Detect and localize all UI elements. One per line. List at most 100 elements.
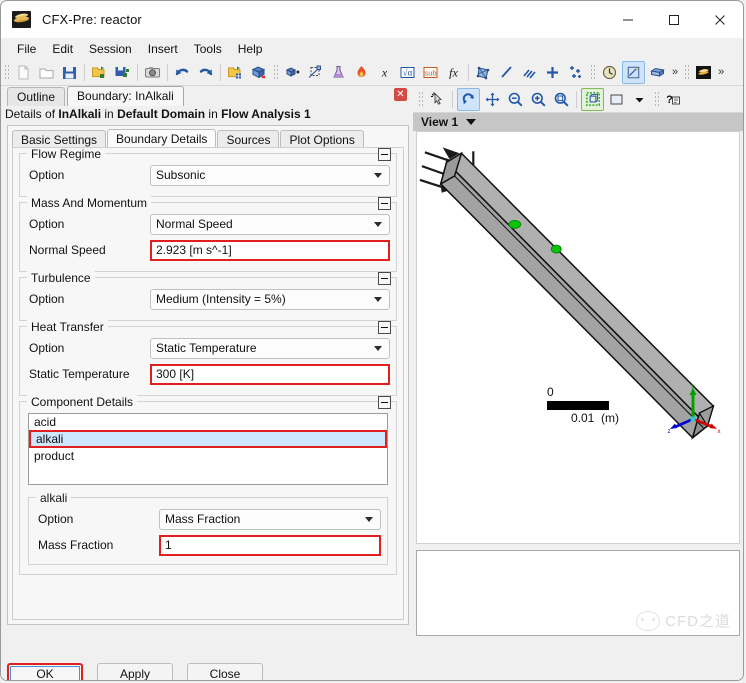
combo-mass-option[interactable]: Normal Speed bbox=[150, 213, 390, 235]
pick-cursor-icon[interactable] bbox=[427, 89, 448, 110]
combo-turbulence-option[interactable]: Medium (Intensity = 5%) bbox=[150, 288, 390, 310]
background-color-icon[interactable] bbox=[606, 89, 627, 110]
timestep-icon[interactable] bbox=[599, 62, 620, 83]
close-button[interactable] bbox=[697, 1, 743, 38]
redo-icon[interactable] bbox=[195, 62, 216, 83]
combo-heat-option[interactable]: Static Temperature bbox=[150, 337, 390, 359]
group-heat-transfer: Heat Transfer Option Static Temperature … bbox=[19, 320, 397, 396]
zoom-out-icon[interactable] bbox=[505, 89, 526, 110]
component-list[interactable]: acid alkali product bbox=[28, 413, 388, 485]
list-item[interactable]: product bbox=[29, 448, 387, 464]
row-alkali-option: Option Mass Fraction bbox=[35, 507, 381, 531]
group-title-mass-and-momentum: Mass And Momentum bbox=[27, 196, 152, 210]
combo-alkali-option[interactable]: Mass Fraction bbox=[159, 508, 381, 530]
save-icon[interactable] bbox=[59, 62, 80, 83]
toolbar-grip[interactable] bbox=[683, 63, 691, 81]
function-icon[interactable]: fx bbox=[443, 62, 464, 83]
save-case-icon[interactable] bbox=[112, 62, 133, 83]
background-dropdown-icon[interactable] bbox=[629, 89, 650, 110]
flask-icon[interactable] bbox=[328, 62, 349, 83]
list-item[interactable]: alkali bbox=[29, 430, 387, 448]
import-mesh-icon[interactable] bbox=[225, 62, 246, 83]
new-file-icon[interactable] bbox=[13, 62, 34, 83]
view-selector[interactable]: View 1 bbox=[413, 113, 743, 131]
scale-unit: (m) bbox=[601, 411, 620, 425]
camera-icon[interactable] bbox=[142, 62, 163, 83]
ok-button[interactable]: OK bbox=[7, 663, 83, 680]
region-icon[interactable] bbox=[248, 62, 269, 83]
toolbar-grip[interactable] bbox=[589, 63, 596, 81]
message-log-panel[interactable]: CFD之道 bbox=[416, 550, 740, 636]
point-icon[interactable] bbox=[542, 62, 563, 83]
expression-icon[interactable]: x bbox=[374, 62, 395, 83]
open-case-icon[interactable] bbox=[89, 62, 110, 83]
pan-icon[interactable] bbox=[482, 89, 503, 110]
toolbar-grip[interactable] bbox=[653, 90, 660, 108]
viewer-toolbar: ? bbox=[413, 86, 743, 113]
undo-icon[interactable] bbox=[172, 62, 193, 83]
toolbar-overflow-launcher[interactable]: » bbox=[715, 66, 727, 78]
viewer-help-icon[interactable]: ? bbox=[663, 89, 684, 110]
tab-outline[interactable]: Outline bbox=[7, 87, 66, 106]
input-static-temperature[interactable]: 300 [K] bbox=[150, 363, 390, 385]
zoom-box-icon[interactable] bbox=[551, 89, 572, 110]
details-domain: Default Domain bbox=[117, 107, 206, 121]
rotate-icon[interactable] bbox=[457, 87, 480, 111]
row-mass-fraction: Mass Fraction 1 bbox=[35, 533, 381, 557]
toolbar-separator bbox=[452, 90, 453, 108]
boundary-icon[interactable] bbox=[305, 62, 326, 83]
toolbar-separator bbox=[137, 63, 138, 81]
mesh-icon[interactable] bbox=[473, 62, 494, 83]
input-mass-fraction[interactable]: 1 bbox=[159, 534, 381, 556]
cfx-launcher-icon[interactable] bbox=[693, 62, 714, 83]
domain-icon[interactable] bbox=[282, 62, 303, 83]
combo-value: Static Temperature bbox=[156, 341, 257, 355]
tab-boundary-details[interactable]: Boundary Details bbox=[107, 129, 217, 149]
subdomain-icon[interactable]: sub bbox=[420, 62, 441, 83]
toolbar-separator bbox=[220, 63, 221, 81]
multi-line-icon[interactable] bbox=[519, 62, 540, 83]
viewer-3d-viewport[interactable]: 0 0.01 (m) y x z bbox=[416, 131, 740, 544]
apply-button[interactable]: Apply bbox=[97, 663, 173, 680]
minimize-button[interactable] bbox=[605, 1, 651, 38]
menu-help[interactable]: Help bbox=[230, 40, 271, 58]
combo-flow-regime-option[interactable]: Subsonic bbox=[150, 164, 390, 186]
maximize-button[interactable] bbox=[651, 1, 697, 38]
close-button-dialog[interactable]: Close bbox=[187, 663, 263, 680]
collapse-toggle-component-details[interactable] bbox=[378, 396, 391, 409]
list-item[interactable]: acid bbox=[29, 414, 387, 430]
menu-insert[interactable]: Insert bbox=[140, 40, 186, 58]
svg-text:x: x bbox=[718, 429, 721, 435]
toolbar-grip[interactable] bbox=[272, 63, 279, 81]
menu-edit[interactable]: Edit bbox=[44, 40, 81, 58]
solve-icon[interactable] bbox=[647, 62, 668, 83]
row-flow-regime-option: Option Subsonic bbox=[26, 163, 390, 187]
toolbar-grip[interactable] bbox=[417, 90, 424, 108]
open-file-icon[interactable] bbox=[36, 62, 57, 83]
menu-session[interactable]: Session bbox=[81, 40, 140, 58]
menu-tools[interactable]: Tools bbox=[186, 40, 230, 58]
toolbar-overflow-solver[interactable]: » bbox=[669, 66, 681, 78]
toolbar-grip[interactable] bbox=[3, 63, 10, 81]
input-normal-speed[interactable]: 2.923 [m s^-1] bbox=[150, 239, 390, 261]
menu-file[interactable]: File bbox=[9, 40, 44, 58]
cloud-point-icon[interactable] bbox=[565, 62, 586, 83]
collapse-toggle-heat-transfer[interactable] bbox=[378, 321, 391, 334]
variable-icon[interactable]: √α bbox=[397, 62, 418, 83]
row-mass-option: Option Normal Speed bbox=[26, 212, 390, 236]
line-icon[interactable] bbox=[496, 62, 517, 83]
scale-bar-rect bbox=[547, 401, 609, 410]
scale-bar: 0 0.01 (m) bbox=[547, 385, 619, 425]
flame-icon[interactable] bbox=[351, 62, 372, 83]
solver-control-icon[interactable] bbox=[622, 60, 645, 84]
collapse-toggle-mass-and-momentum[interactable] bbox=[378, 197, 391, 210]
tab-boundary-inalkali[interactable]: Boundary: InAlkali bbox=[67, 86, 184, 106]
svg-text:√α: √α bbox=[403, 67, 413, 77]
group-mass-and-momentum: Mass And Momentum Option Normal Speed No… bbox=[19, 196, 397, 272]
collapse-toggle-flow-regime[interactable] bbox=[378, 148, 391, 161]
group-alkali: alkali Option Mass Fraction Mass Fractio… bbox=[28, 491, 388, 565]
zoom-in-icon[interactable] bbox=[528, 89, 549, 110]
close-icon[interactable]: ✕ bbox=[394, 88, 407, 101]
collapse-toggle-turbulence[interactable] bbox=[378, 272, 391, 285]
fit-view-icon[interactable] bbox=[581, 87, 604, 111]
